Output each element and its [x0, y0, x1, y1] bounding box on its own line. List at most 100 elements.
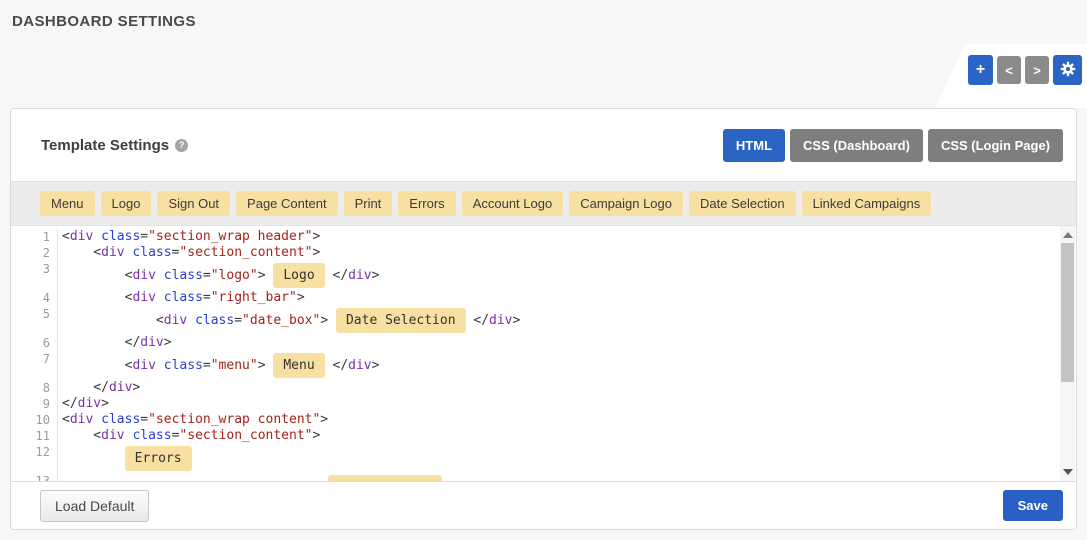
load-default-button[interactable]: Load Default: [40, 490, 149, 522]
code-token: <: [62, 428, 101, 443]
token-chip-page-content[interactable]: Page Content: [236, 191, 338, 216]
tab-html[interactable]: HTML: [723, 129, 785, 162]
code-token: "section_wrap header": [148, 229, 312, 244]
code-token: =: [203, 358, 211, 373]
inline-token-chip-logo[interactable]: Logo: [273, 263, 324, 288]
plus-icon: +: [976, 61, 985, 79]
code-token: class: [132, 245, 171, 260]
token-chip-sign-out[interactable]: Sign Out: [157, 191, 230, 216]
code-token: "content_box": [211, 480, 313, 482]
code-token: =: [234, 313, 242, 328]
editor-scrollbar[interactable]: [1060, 226, 1075, 481]
chevron-left-icon: <: [1005, 63, 1013, 78]
code-token: class: [164, 358, 203, 373]
line-number: 3: [11, 261, 58, 290]
code-token: >: [312, 480, 328, 482]
code-token: >: [312, 245, 320, 260]
code-token: "logo": [211, 268, 258, 283]
token-chip-date-selection[interactable]: Date Selection: [689, 191, 796, 216]
code-token: =: [203, 268, 211, 283]
token-chip-linked-campaigns[interactable]: Linked Campaigns: [802, 191, 932, 216]
code-token: div: [70, 229, 93, 244]
code-token: <: [62, 480, 132, 482]
code-token: div: [164, 313, 187, 328]
tab-css-dashboard[interactable]: CSS (Dashboard): [790, 129, 923, 162]
code-line: 13 <div class="content_box"> Page Conten…: [11, 473, 1076, 482]
token-chip-print[interactable]: Print: [344, 191, 393, 216]
code-token: div: [140, 335, 163, 350]
code-token: </: [325, 358, 348, 373]
code-line: 4 <div class="right_bar">: [11, 290, 1076, 306]
line-content: <div class="menu"> Menu </div>: [58, 351, 379, 380]
code-token: >: [372, 358, 380, 373]
code-token: div: [101, 428, 124, 443]
scroll-up-icon[interactable]: [1063, 232, 1073, 238]
code-token: div: [109, 380, 132, 395]
token-chip-menu[interactable]: Menu: [40, 191, 95, 216]
chevron-right-icon: >: [1033, 63, 1041, 78]
inline-token-chip-menu[interactable]: Menu: [273, 353, 324, 378]
code-token: [93, 229, 101, 244]
code-token: >: [489, 480, 497, 482]
line-content: <div class="date_box"> Date Selection </…: [58, 306, 520, 335]
line-content: <div class="section_wrap header">: [58, 229, 320, 244]
tab-group: HTMLCSS (Dashboard)CSS (Login Page): [723, 129, 1063, 162]
code-token: div: [348, 268, 371, 283]
code-token: div: [132, 290, 155, 305]
code-token: [93, 412, 101, 427]
code-token: <: [62, 229, 70, 244]
line-number: 5: [11, 306, 58, 335]
line-number: 8: [11, 380, 58, 396]
code-token: >: [320, 412, 328, 427]
code-token: class: [164, 268, 203, 283]
code-token: [62, 451, 125, 466]
line-content: </div>: [58, 396, 109, 411]
save-button[interactable]: Save: [1003, 490, 1063, 521]
code-line: 2 <div class="section_content">: [11, 245, 1076, 261]
token-chip-errors[interactable]: Errors: [398, 191, 455, 216]
token-chip-account-logo[interactable]: Account Logo: [462, 191, 564, 216]
code-token: div: [70, 412, 93, 427]
previous-button[interactable]: <: [997, 56, 1021, 84]
code-line: 9</div>: [11, 396, 1076, 412]
token-toolbar: MenuLogoSign OutPage ContentPrintErrors A…: [11, 181, 1076, 226]
line-content: </div>: [58, 335, 172, 350]
code-token: <: [62, 412, 70, 427]
code-token: class: [101, 229, 140, 244]
code-editor[interactable]: 1<div class="section_wrap header">2 <div…: [11, 226, 1076, 482]
code-token: </: [442, 480, 465, 482]
code-token: =: [203, 480, 211, 482]
code-token: </: [62, 380, 109, 395]
code-token: </: [466, 313, 489, 328]
add-button[interactable]: +: [968, 55, 993, 85]
line-number: 7: [11, 351, 58, 380]
next-button[interactable]: >: [1025, 56, 1049, 84]
token-chip-logo[interactable]: Logo: [101, 191, 152, 216]
inline-token-chip-date-selection[interactable]: Date Selection: [336, 308, 466, 333]
code-token: </: [325, 268, 348, 283]
code-token: [156, 358, 164, 373]
code-lines: 1<div class="section_wrap header">2 <div…: [11, 229, 1076, 482]
line-content: <div class="section_content">: [58, 245, 320, 260]
token-chip-campaign-logo[interactable]: Campaign Logo: [569, 191, 683, 216]
panel-title: Template Settings: [41, 137, 169, 154]
code-token: <: [62, 313, 164, 328]
code-token: >: [312, 428, 320, 443]
help-icon[interactable]: ?: [175, 139, 188, 152]
code-token: div: [101, 245, 124, 260]
scroll-down-icon[interactable]: [1063, 469, 1073, 475]
scrollbar-thumb[interactable]: [1061, 243, 1074, 382]
settings-button[interactable]: [1053, 55, 1082, 85]
tab-css-login-page[interactable]: CSS (Login Page): [928, 129, 1063, 162]
code-token: div: [132, 480, 155, 482]
code-token: class: [164, 290, 203, 305]
line-number: 12: [11, 444, 58, 473]
code-token: "section_content": [179, 245, 312, 260]
code-token: <: [62, 290, 132, 305]
corner-actions: + < >: [968, 55, 1082, 85]
inline-token-chip-errors[interactable]: Errors: [125, 446, 192, 471]
line-content: </div>: [58, 380, 140, 395]
inline-token-chip-page-content[interactable]: Page Content: [328, 475, 442, 482]
code-line: 5 <div class="date_box"> Date Selection …: [11, 306, 1076, 335]
line-number: 1: [11, 229, 58, 245]
